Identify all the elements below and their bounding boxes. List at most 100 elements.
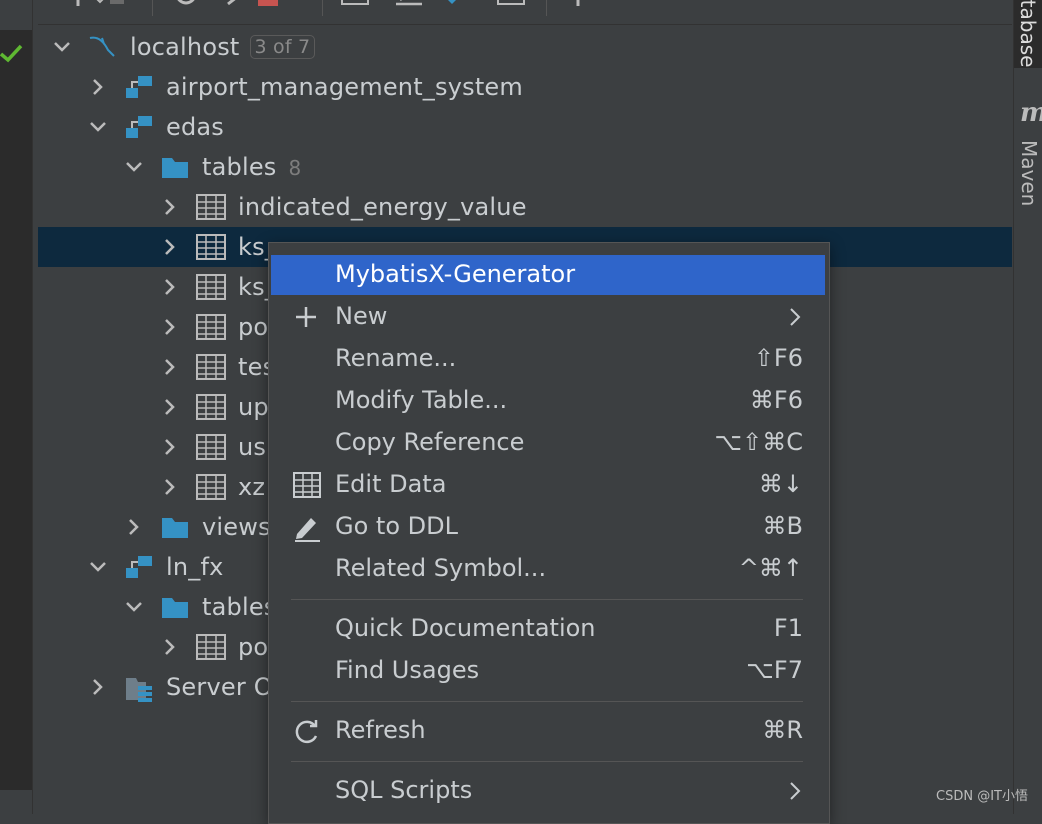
maven-tab[interactable]: Maven [1017, 140, 1041, 206]
menu-item-quick-documentation[interactable]: Quick Documentation F1 [271, 609, 825, 649]
chevron-right-icon[interactable] [88, 77, 108, 97]
tree-node-label: localhost 3 of 7 [130, 33, 316, 61]
tree-node-label: edas [166, 113, 225, 141]
mysql-dolphin-icon [89, 36, 115, 57]
table-count: 8 [288, 156, 302, 180]
menu-separator [291, 761, 803, 762]
menu-item-go-to-ddl[interactable]: Go to DDL ⌘B [271, 507, 825, 547]
tree-node-label: ln_fx [166, 553, 224, 581]
menu-separator [291, 599, 803, 600]
maven-logo-icon: m [1020, 98, 1042, 128]
chevron-right-icon[interactable] [160, 397, 180, 417]
menu-separator [291, 701, 803, 702]
chevron-down-icon[interactable] [88, 557, 108, 577]
menu-item-find-usages[interactable]: Find Usages ⌥F7 [271, 651, 825, 691]
menu-item-label: Edit Data [335, 470, 447, 498]
tree-node-airport-management-system[interactable]: airport_management_system [38, 67, 1012, 107]
menu-item-refresh[interactable]: Refresh ⌘R [271, 711, 825, 751]
tree-node-label: up [238, 393, 269, 421]
database-tab-label: Database [1016, 0, 1040, 68]
menu-item-label: Modify Table... [335, 386, 508, 414]
tree-node-label: po [238, 313, 269, 341]
chevron-down-icon[interactable] [52, 37, 72, 57]
count-badge: 3 of 7 [249, 35, 316, 59]
folder-icon [162, 598, 188, 618]
tree-node-table[interactable]: indicated_energy_value [38, 187, 1012, 227]
table-icon [196, 354, 226, 380]
tree-node-label: po [238, 633, 269, 661]
menu-item-label: New [335, 302, 388, 330]
chevron-right-icon[interactable] [160, 357, 180, 377]
table-icon [196, 394, 226, 420]
menu-item-shortcut: ⇧F6 [753, 344, 803, 372]
folder-icon [162, 518, 188, 538]
tree-node-label: tables [202, 593, 277, 621]
gutter-panel [0, 30, 32, 790]
chevron-down-icon[interactable] [124, 157, 144, 177]
chevron-right-icon[interactable] [88, 677, 108, 697]
menu-item-edit-data[interactable]: Edit Data ⌘↓ [271, 465, 825, 505]
right-tool-strip: Database m Maven [1013, 0, 1042, 814]
add-datasource-icon[interactable] [64, 0, 124, 16]
menu-item-label: SQL Scripts [335, 776, 473, 804]
menu-item-related-symbol[interactable]: Related Symbol... ^⌘↑ [271, 549, 825, 589]
server-objects-icon [126, 678, 152, 702]
tree-node-edas[interactable]: edas [38, 107, 1012, 147]
tree-node-tables[interactable]: tables 8 [38, 147, 1012, 187]
menu-item-label: Quick Documentation [335, 614, 596, 642]
tree-node-localhost[interactable]: localhost 3 of 7 [38, 27, 1012, 67]
tree-node-label: us [238, 433, 267, 461]
tree-node-label: Server O [166, 673, 273, 701]
chevron-right-icon[interactable] [160, 437, 180, 457]
menu-item-new[interactable]: New [271, 297, 825, 337]
menu-item-label: MybatisX-Generator [335, 260, 576, 288]
table-icon [196, 234, 226, 260]
menu-item-shortcut: ⌘R [762, 716, 803, 744]
menu-item-label: Related Symbol... [335, 554, 547, 582]
chevron-right-icon[interactable] [160, 277, 180, 297]
menu-item-label: Find Usages [335, 656, 480, 684]
menu-item-sql-scripts[interactable]: SQL Scripts [271, 771, 825, 811]
tree-node-label: xz [238, 473, 266, 501]
pin-icon[interactable] [564, 0, 594, 16]
database-tab[interactable]: Database [1014, 0, 1042, 68]
submenu-arrow-icon [790, 782, 801, 800]
schema-icon [126, 116, 152, 138]
table-icon [196, 474, 226, 500]
menu-item-shortcut: F1 [773, 614, 803, 642]
menu-item-shortcut: ⌘B [762, 512, 803, 540]
menu-item-shortcut: ⌥⇧⌘C [714, 428, 803, 456]
menu-item-modify-table[interactable]: Modify Table... ⌘F6 [271, 381, 825, 421]
tree-node-label: indicated_energy_value [238, 193, 527, 221]
refresh-toolbar-icon[interactable] [168, 0, 278, 16]
menu-item-copy-reference[interactable]: Copy Reference ⌥⇧⌘C [271, 423, 825, 463]
menu-item-label: Refresh [335, 716, 426, 744]
left-gutter [0, 0, 33, 814]
chevron-right-icon[interactable] [124, 517, 144, 537]
pencil-icon [295, 518, 320, 542]
table-icon [196, 314, 226, 340]
submenu-arrow-icon [790, 308, 801, 326]
menu-item-shortcut: ^⌘↑ [738, 554, 803, 582]
menu-item-mybatisx-generator[interactable]: MybatisX-Generator [271, 255, 825, 295]
menu-item-label: Go to DDL [335, 512, 458, 540]
tree-node-label: tables 8 [202, 153, 302, 181]
plus-icon [296, 307, 316, 327]
table-icon [196, 434, 226, 460]
chevron-right-icon[interactable] [160, 317, 180, 337]
folder-icon [162, 158, 188, 178]
table-tools-icons[interactable] [338, 0, 568, 16]
chevron-down-icon[interactable] [88, 117, 108, 137]
chevron-right-icon[interactable] [160, 637, 180, 657]
chevron-right-icon[interactable] [160, 237, 180, 257]
table-icon [293, 472, 321, 498]
menu-item-rename[interactable]: Rename... ⇧F6 [271, 339, 825, 379]
menu-item-shortcut: ⌘F6 [749, 386, 803, 414]
table-icon [196, 634, 226, 660]
table-icon [196, 194, 226, 220]
chevron-right-icon[interactable] [160, 477, 180, 497]
chevron-down-icon[interactable] [124, 597, 144, 617]
context-menu: MybatisX-Generator New Rename... ⇧F6 Mod… [268, 242, 830, 824]
refresh-icon [295, 720, 318, 744]
chevron-right-icon[interactable] [160, 197, 180, 217]
